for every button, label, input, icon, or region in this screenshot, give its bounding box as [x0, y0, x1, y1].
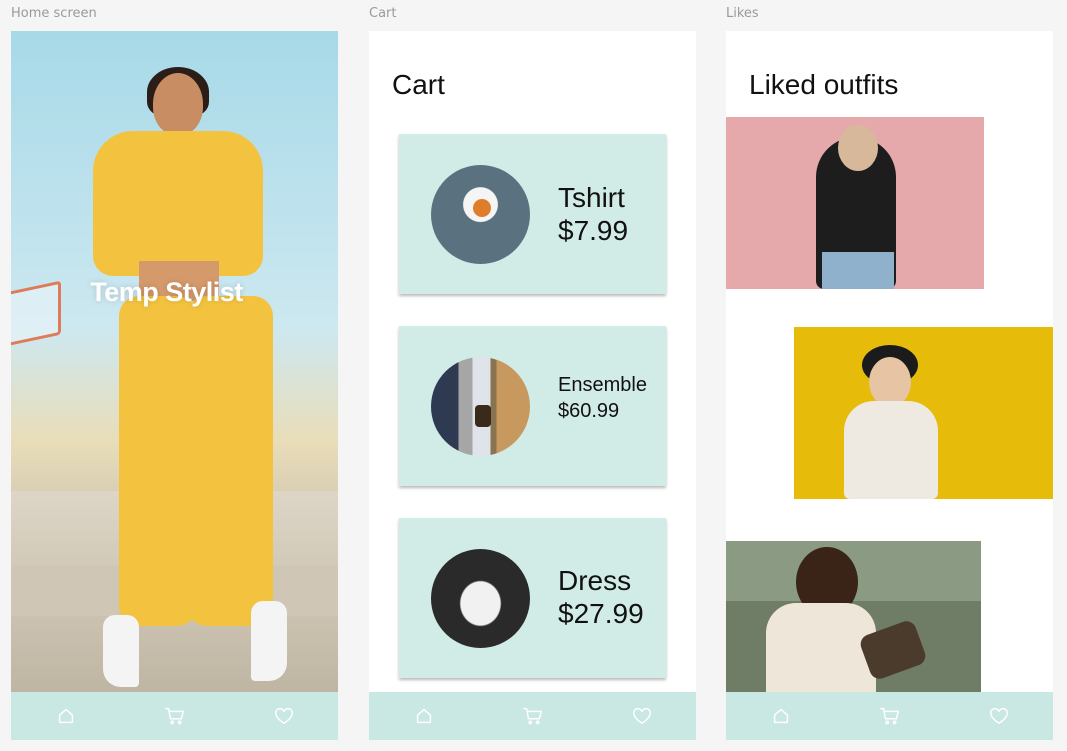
- photo-subject-jeans: [822, 252, 894, 289]
- model-pants-left: [119, 296, 197, 626]
- cart-item-price: $7.99: [558, 215, 629, 246]
- bottom-nav-home: [11, 692, 338, 740]
- photo-subject-sweater: [766, 603, 876, 692]
- heart-icon[interactable]: [270, 702, 298, 730]
- cart-item-name: Dress: [558, 565, 632, 596]
- home-icon[interactable]: [767, 702, 795, 730]
- cart-item-dress[interactable]: Dress $27.99: [399, 518, 666, 678]
- cart-icon[interactable]: [876, 702, 904, 730]
- tshirt-thumbnail: [431, 165, 530, 264]
- heart-icon[interactable]: [628, 702, 656, 730]
- model-boot-left: [103, 615, 139, 687]
- model-hoodie: [93, 131, 263, 276]
- cart-item-name: Ensemble: [558, 374, 647, 396]
- cart-item-tshirt[interactable]: Tshirt $7.99: [399, 134, 666, 294]
- model-pants-right: [187, 296, 273, 626]
- ensemble-thumbnail: [431, 357, 530, 456]
- liked-outfit-photo[interactable]: [794, 327, 1053, 499]
- likes-title: Liked outfits: [749, 69, 899, 100]
- likes-screen: Liked outfits: [726, 31, 1053, 740]
- photo-subject-sweater: [844, 401, 938, 499]
- cart-icon[interactable]: [161, 702, 189, 730]
- home-icon[interactable]: [410, 702, 438, 730]
- cart-item-ensemble[interactable]: Ensemble $60.99: [399, 326, 666, 486]
- cart-title: Cart: [392, 69, 445, 100]
- model-boot-right: [251, 601, 287, 681]
- cart-item-price: $60.99: [558, 400, 620, 422]
- bottom-nav-likes: [726, 692, 1053, 740]
- cart-item-price: $27.99: [558, 598, 644, 629]
- hero-image: [11, 31, 338, 692]
- home-screen: Temp Stylist: [11, 31, 338, 740]
- app-title: Temp Stylist: [90, 277, 243, 307]
- liked-outfit-photo[interactable]: [726, 117, 984, 289]
- heart-icon[interactable]: [985, 702, 1013, 730]
- bottom-nav-cart: [369, 692, 696, 740]
- cart-item-name: Tshirt: [558, 182, 625, 213]
- model-head: [153, 73, 203, 135]
- home-icon[interactable]: [52, 702, 80, 730]
- cart-screen: Cart Tshirt $7.99 Ensemble $60.99 Dress …: [369, 31, 696, 740]
- dress-thumbnail: [431, 549, 530, 648]
- cart-icon[interactable]: [519, 702, 547, 730]
- frame-label-cart: Cart: [369, 6, 397, 21]
- photo-subject-head: [869, 357, 911, 407]
- frame-label-likes: Likes: [726, 6, 759, 21]
- liked-outfit-photo[interactable]: [726, 541, 981, 692]
- photo-subject-head: [838, 125, 878, 171]
- frame-label-home: Home screen: [11, 6, 97, 21]
